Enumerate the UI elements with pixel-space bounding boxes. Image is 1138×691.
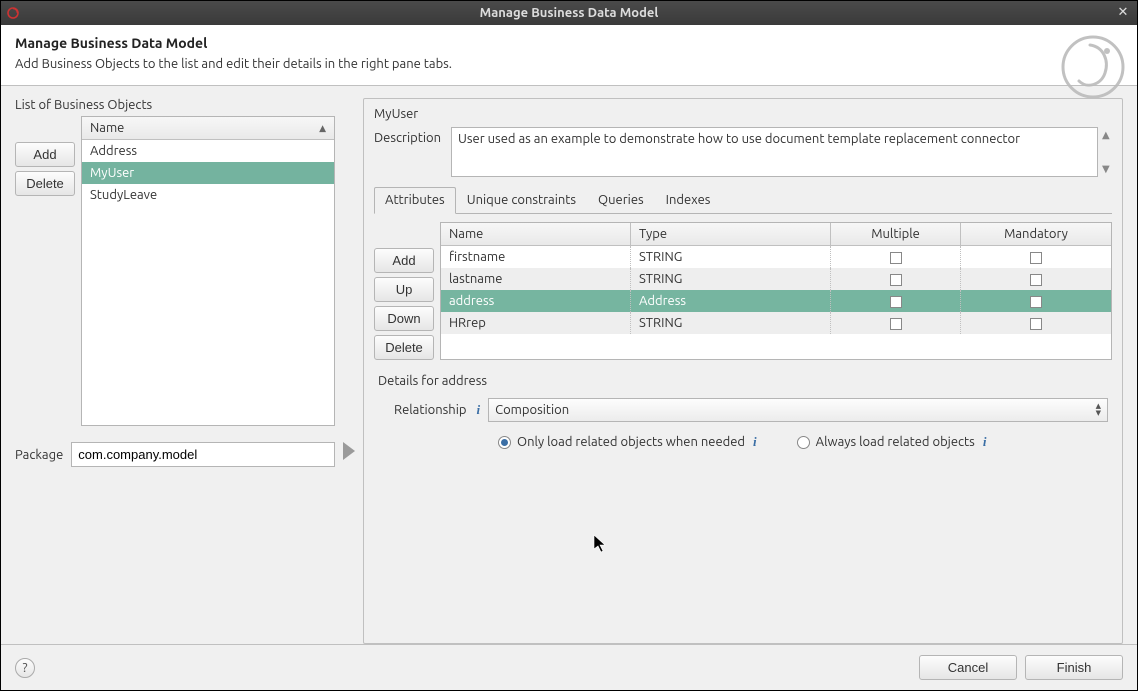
- col-attr-type: Type: [631, 223, 831, 245]
- objects-table[interactable]: Name ▲ AddressMyUserStudyLeave: [81, 116, 335, 426]
- relationship-value: Composition: [495, 403, 1095, 417]
- details-for-title: Details for address: [378, 374, 1108, 388]
- tab-unique-constraints[interactable]: Unique constraints: [456, 187, 587, 214]
- up-attr-button[interactable]: Up: [374, 277, 434, 302]
- objects-table-header[interactable]: Name ▲: [82, 117, 334, 140]
- table-row[interactable]: lastnameSTRING: [441, 268, 1111, 290]
- main-content: List of Business Objects Add Delete Name…: [1, 86, 1137, 644]
- window-title: Manage Business Data Model: [1, 6, 1137, 20]
- checkbox-mandatory[interactable]: [1030, 318, 1042, 330]
- col-attr-name: Name: [441, 223, 631, 245]
- checkbox-multiple[interactable]: [890, 318, 902, 330]
- checkbox-mandatory[interactable]: [1030, 274, 1042, 286]
- delete-object-button[interactable]: Delete: [15, 171, 75, 196]
- app-icon: [7, 7, 19, 19]
- add-attr-button[interactable]: Add: [374, 248, 434, 273]
- relationship-label: Relationship: [394, 403, 467, 417]
- checkbox-multiple[interactable]: [890, 252, 902, 264]
- description-label: Description: [374, 127, 441, 145]
- tab-indexes[interactable]: Indexes: [655, 187, 722, 214]
- package-input[interactable]: [71, 442, 335, 467]
- col-attr-mandatory: Mandatory: [961, 223, 1111, 245]
- dialog-footer: ? Cancel Finish: [1, 644, 1137, 690]
- list-item[interactable]: Address: [82, 140, 334, 162]
- relationship-info-icon[interactable]: i: [477, 402, 481, 418]
- package-row: Package: [15, 442, 335, 467]
- select-spinner-icon: ▲▼: [1096, 403, 1101, 417]
- cancel-button[interactable]: Cancel: [919, 655, 1017, 680]
- tab-attributes[interactable]: Attributes: [374, 187, 456, 214]
- description-spinner-icon[interactable]: ▲▼: [1098, 127, 1112, 177]
- radio-eager-load[interactable]: Always load related objects i: [797, 434, 987, 450]
- description-input[interactable]: [451, 127, 1098, 177]
- detail-tabs: AttributesUnique constraintsQueriesIndex…: [374, 187, 1112, 214]
- sort-indicator-icon: ▲: [319, 123, 326, 134]
- col-name: Name: [90, 121, 124, 135]
- help-button[interactable]: ?: [15, 658, 35, 678]
- delete-attr-button[interactable]: Delete: [374, 335, 434, 360]
- attributes-table-header: Name Type Multiple Mandatory: [441, 223, 1111, 246]
- page-title: Manage Business Data Model: [15, 35, 1117, 51]
- table-row[interactable]: HRrepSTRING: [441, 312, 1111, 334]
- radio-eager-label: Always load related objects: [816, 435, 975, 449]
- expand-arrow-icon: [335, 258, 363, 644]
- dialog-window: Manage Business Data Model ✕ Manage Busi…: [0, 0, 1138, 691]
- package-label: Package: [15, 448, 63, 462]
- tab-queries[interactable]: Queries: [587, 187, 655, 214]
- down-attr-button[interactable]: Down: [374, 306, 434, 331]
- add-object-button[interactable]: Add: [15, 142, 75, 167]
- col-attr-multiple: Multiple: [831, 223, 961, 245]
- radio-lazy-load[interactable]: Only load related objects when needed i: [498, 434, 757, 450]
- title-bar: Manage Business Data Model ✕: [1, 1, 1137, 25]
- attributes-table[interactable]: Name Type Multiple Mandatory firstnameST…: [440, 222, 1112, 360]
- relationship-select[interactable]: Composition ▲▼: [488, 398, 1108, 422]
- radio-lazy-label: Only load related objects when needed: [517, 435, 745, 449]
- eager-info-icon[interactable]: i: [983, 434, 987, 450]
- left-pane: List of Business Objects Add Delete Name…: [15, 98, 335, 644]
- checkbox-multiple[interactable]: [890, 296, 902, 308]
- lazy-info-icon[interactable]: i: [753, 434, 757, 450]
- finish-button[interactable]: Finish: [1025, 655, 1123, 680]
- close-icon[interactable]: ✕: [1115, 4, 1131, 20]
- page-subtitle: Add Business Objects to the list and edi…: [15, 57, 1117, 71]
- checkbox-mandatory[interactable]: [1030, 252, 1042, 264]
- attribute-details-section: Details for address Relationship i Compo…: [374, 374, 1112, 450]
- checkbox-multiple[interactable]: [890, 274, 902, 286]
- dialog-header: Manage Business Data Model Add Business …: [1, 25, 1137, 86]
- list-item[interactable]: MyUser: [82, 162, 334, 184]
- right-pane: MyUser Description ▲▼ AttributesUnique c…: [363, 98, 1123, 644]
- list-title: List of Business Objects: [15, 98, 335, 112]
- table-row[interactable]: firstnameSTRING: [441, 246, 1111, 268]
- checkbox-mandatory[interactable]: [1030, 296, 1042, 308]
- table-row[interactable]: addressAddress: [441, 290, 1111, 312]
- detail-title: MyUser: [374, 107, 1112, 121]
- list-item[interactable]: StudyLeave: [82, 184, 334, 206]
